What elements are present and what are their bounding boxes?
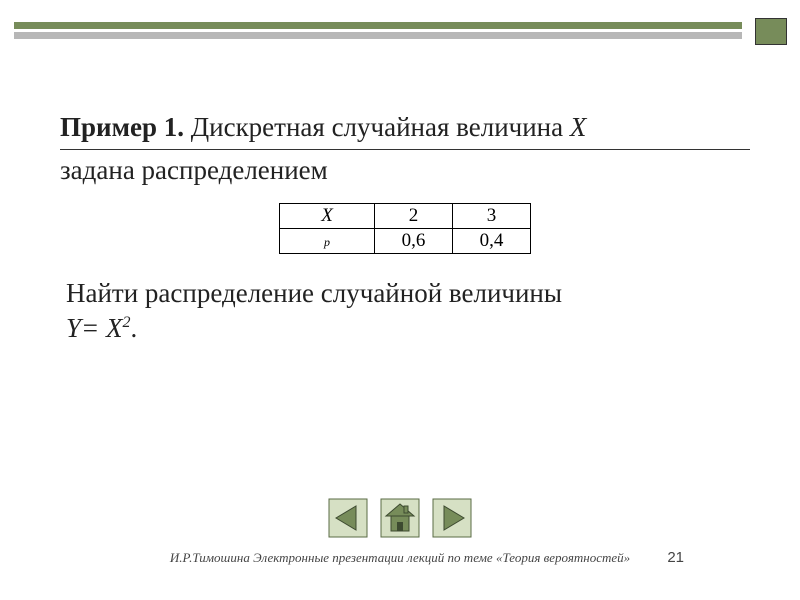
cell-p-1: 0,4 <box>453 228 531 253</box>
heading-underline <box>60 149 750 150</box>
prev-button[interactable] <box>328 498 368 538</box>
home-button[interactable] <box>380 498 420 538</box>
nav-controls <box>0 498 800 538</box>
accent-stripe <box>14 22 742 29</box>
task-text: Найти распределение случайной величины Y… <box>60 276 750 346</box>
example-heading: Пример 1. Дискретная случайная величина … <box>60 110 750 145</box>
task-tail: . <box>130 313 137 343</box>
corner-square <box>756 19 786 44</box>
home-icon <box>380 498 420 538</box>
page-number: 21 <box>667 549 684 566</box>
heading-line2: задана распределением <box>60 152 750 188</box>
distribution-table: X 2 3 p 0,6 0,4 <box>279 203 531 254</box>
example-number: Пример 1. <box>60 112 184 142</box>
arrow-left-icon <box>328 498 368 538</box>
header-bar <box>14 22 786 42</box>
task-prefix: Найти распределение случайной величины <box>66 278 562 308</box>
cell-p-0: 0,6 <box>375 228 453 253</box>
task-equation: Y= X2 <box>66 313 130 343</box>
next-button[interactable] <box>432 498 472 538</box>
heading-text-1: Дискретная случайная величина <box>184 112 570 142</box>
variable-x: Х <box>570 112 587 142</box>
cell-x-0: 2 <box>375 203 453 228</box>
table-row: X 2 3 <box>280 203 531 228</box>
row-label-p: p <box>280 228 375 253</box>
slide-content: Пример 1. Дискретная случайная величина … <box>60 110 750 346</box>
arrow-right-icon <box>432 498 472 538</box>
grey-stripe <box>14 32 742 39</box>
cell-x-1: 3 <box>453 203 531 228</box>
table-row: p 0,6 0,4 <box>280 228 531 253</box>
row-label-x: X <box>280 203 375 228</box>
